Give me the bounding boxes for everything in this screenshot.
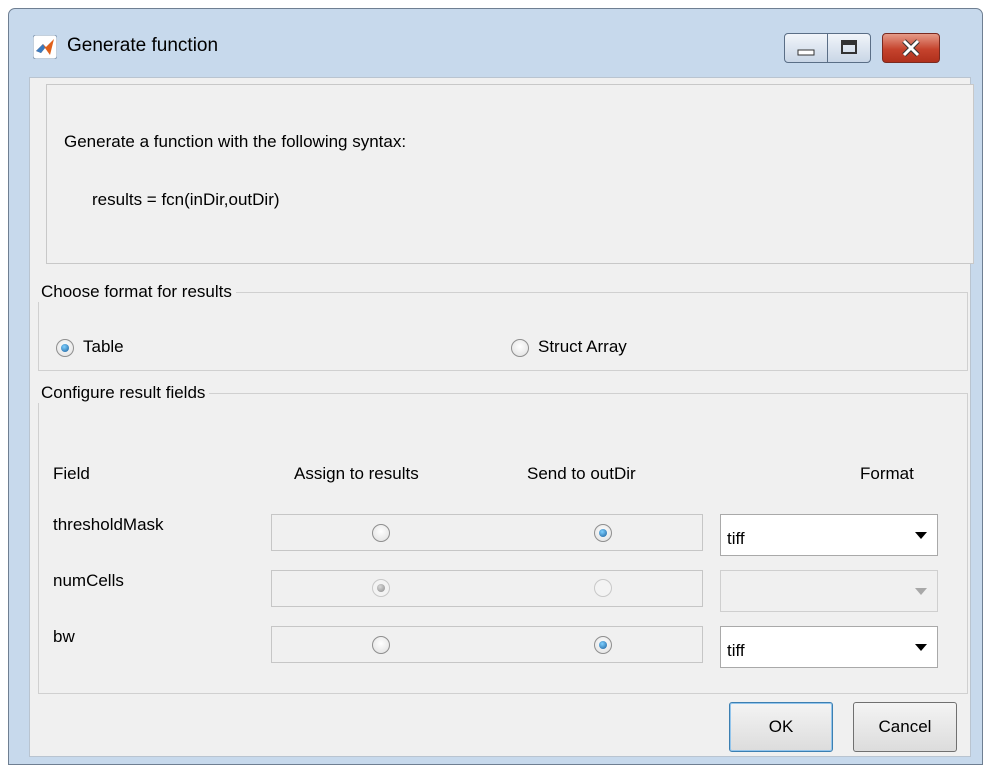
description-panel: Generate a function with the following s… [46,84,974,264]
assign-header: Assign to results [294,464,419,483]
thresholdmask-format-value: tiff [727,529,745,548]
thresholdmask-assign-radio[interactable] [372,524,390,542]
chevron-down-icon [915,588,927,595]
row-thresholdmask-options [271,514,703,551]
field-name-thresholdmask: thresholdMask [53,515,164,534]
chevron-down-icon [915,644,927,651]
table-radio-label[interactable]: Table [83,337,124,357]
field-header: Field [53,464,90,483]
bw-send-radio[interactable] [594,636,612,654]
matlab-logo-icon [33,35,57,59]
numcells-format-select [720,570,938,612]
dialog-window: Generate function Generate a function wi… [8,8,983,765]
numcells-assign-radio [372,579,390,597]
format-group: Choose format for results [38,282,968,371]
row-bw-options [271,626,703,663]
table-radio[interactable] [56,339,74,357]
syntax-text: results = fcn(inDir,outDir) [92,190,280,209]
ok-button[interactable]: OK [729,702,833,752]
description-text: Generate a function with the following s… [64,132,407,151]
struct-array-radio-label[interactable]: Struct Array [538,337,627,357]
field-name-bw: bw [53,627,75,646]
bw-format-value: tiff [727,641,745,660]
bw-assign-radio[interactable] [372,636,390,654]
close-icon [902,39,920,57]
format-header: Format [860,464,914,483]
numcells-send-radio [594,579,612,597]
send-header: Send to outDir [527,464,636,483]
chevron-down-icon [915,532,927,539]
fields-group-legend: Configure result fields [41,383,206,402]
format-group-legend: Choose format for results [41,282,232,301]
minimize-icon [797,49,815,56]
row-numcells-options [271,570,703,607]
dialog-content: Generate a function with the following s… [29,77,974,757]
cancel-button[interactable]: Cancel [853,702,957,752]
maximize-icon [841,40,857,54]
bw-format-select[interactable]: tiff [720,626,938,668]
thresholdmask-send-radio[interactable] [594,524,612,542]
minimize-button[interactable] [784,33,828,63]
close-button[interactable] [882,33,940,63]
field-name-numcells: numCells [53,571,124,590]
maximize-button[interactable] [827,33,871,63]
title-bar[interactable]: Generate function [9,9,982,75]
struct-array-radio[interactable] [511,339,529,357]
window-title: Generate function [67,35,219,56]
thresholdmask-format-select[interactable]: tiff [720,514,938,556]
